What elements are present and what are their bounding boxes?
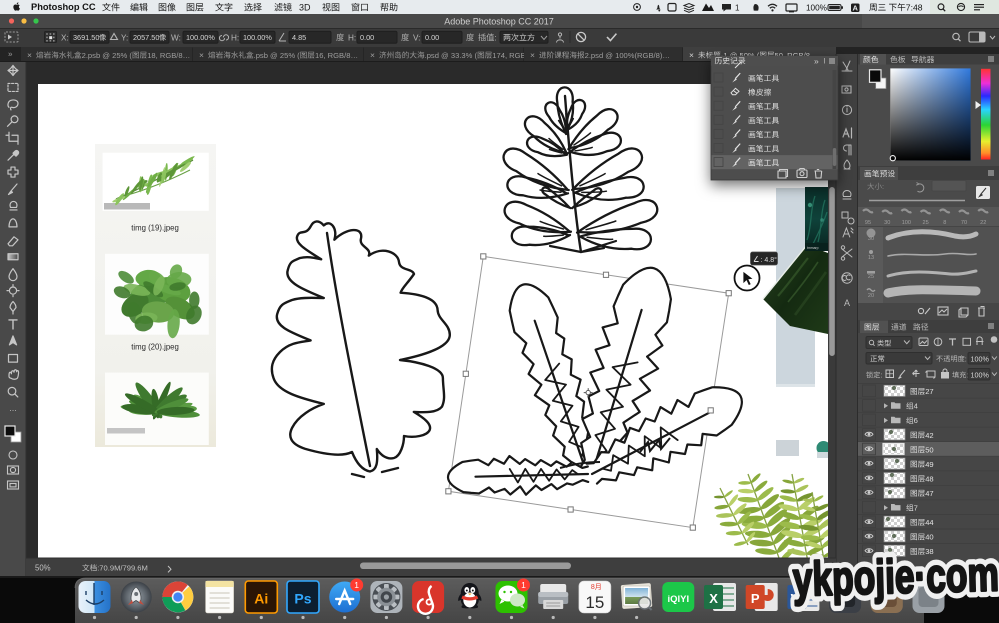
svg-text:»: » bbox=[814, 56, 819, 66]
svg-text:100.00%: 100.00% bbox=[186, 33, 215, 42]
svg-text:Ps: Ps bbox=[294, 591, 311, 607]
svg-text:X:: X: bbox=[61, 33, 69, 42]
svg-text:×: × bbox=[530, 50, 535, 60]
svg-text:A: A bbox=[853, 3, 859, 12]
svg-text:4.85: 4.85 bbox=[292, 33, 306, 42]
svg-text:1: 1 bbox=[735, 4, 740, 13]
svg-text:70: 70 bbox=[961, 220, 967, 226]
svg-text:100%: 100% bbox=[806, 3, 827, 12]
svg-text:1: 1 bbox=[521, 580, 526, 590]
svg-text:×: × bbox=[370, 50, 375, 60]
svg-text:W:: W: bbox=[171, 33, 181, 42]
svg-text:18, RGB/8…: 18, RGB/8… bbox=[147, 51, 190, 60]
svg-text:»: » bbox=[8, 50, 13, 59]
svg-text:V:: V: bbox=[413, 33, 420, 42]
svg-text:4: 4 bbox=[914, 402, 918, 411]
svg-text:×: × bbox=[27, 50, 32, 60]
svg-text:42: 42 bbox=[925, 431, 933, 440]
svg-text:0.00: 0.00 bbox=[425, 33, 439, 42]
svg-text:.psb @ 25% (: .psb @ 25% ( bbox=[254, 51, 301, 60]
svg-text:2.psb @ 25% (: 2.psb @ 25% ( bbox=[82, 51, 133, 60]
svg-text:…: … bbox=[9, 404, 17, 413]
svg-text::: : bbox=[882, 182, 884, 191]
svg-text:20: 20 bbox=[868, 293, 874, 299]
svg-text:Y:: Y: bbox=[121, 33, 128, 42]
svg-text:iQIYI: iQIYI bbox=[668, 594, 690, 605]
svg-text:timg (19).jpeg: timg (19).jpeg bbox=[131, 224, 179, 233]
svg-text:tmmarp: tmmarp bbox=[807, 246, 819, 250]
svg-text:P: P bbox=[751, 591, 760, 606]
svg-text:30: 30 bbox=[884, 220, 890, 226]
svg-text:7:48: 7:48 bbox=[906, 2, 923, 12]
svg-text:50%: 50% bbox=[35, 564, 51, 573]
svg-text:: 4.8°: : 4.8° bbox=[761, 256, 778, 264]
svg-text:2057.50: 2057.50 bbox=[133, 33, 159, 42]
svg-text:22: 22 bbox=[980, 220, 986, 226]
svg-text:100.00%: 100.00% bbox=[243, 33, 272, 42]
svg-text:H:: H: bbox=[231, 33, 239, 42]
svg-text::: : bbox=[880, 371, 882, 380]
svg-text:0.00: 0.00 bbox=[360, 33, 374, 42]
svg-text:8月: 8月 bbox=[591, 583, 602, 591]
svg-text:×: × bbox=[199, 50, 204, 60]
svg-text::70.9M/799.6M: :70.9M/799.6M bbox=[97, 564, 148, 573]
svg-text::: : bbox=[494, 33, 496, 42]
svg-text:7: 7 bbox=[914, 504, 918, 513]
svg-text:25: 25 bbox=[868, 274, 874, 280]
svg-text:50: 50 bbox=[925, 445, 933, 454]
svg-text:×: × bbox=[689, 50, 694, 60]
svg-text:15: 15 bbox=[585, 593, 604, 612]
svg-text:Ai: Ai bbox=[254, 591, 268, 607]
svg-text:95: 95 bbox=[865, 220, 871, 226]
svg-text:40: 40 bbox=[925, 533, 933, 542]
svg-text:8: 8 bbox=[943, 220, 946, 226]
svg-text:timg (20).jpeg: timg (20).jpeg bbox=[131, 343, 179, 352]
svg-text:13: 13 bbox=[868, 255, 874, 261]
svg-text:H:: H: bbox=[348, 33, 356, 42]
svg-text:X: X bbox=[709, 591, 718, 606]
svg-text:47: 47 bbox=[925, 489, 933, 498]
svg-text:27: 27 bbox=[925, 387, 933, 396]
svg-text:2.psd @ 100%(RGB/8)…: 2.psd @ 100%(RGB/8)… bbox=[585, 51, 670, 60]
svg-text::: : bbox=[965, 354, 967, 363]
svg-text:48: 48 bbox=[925, 474, 933, 483]
svg-text:3691.50: 3691.50 bbox=[73, 33, 99, 42]
svg-text:ykpojie·com: ykpojie·com bbox=[792, 548, 999, 606]
svg-text:Adobe Photoshop CC 2017: Adobe Photoshop CC 2017 bbox=[444, 17, 554, 27]
svg-text:25: 25 bbox=[923, 220, 929, 226]
svg-text:6: 6 bbox=[914, 416, 918, 425]
svg-text:3D: 3D bbox=[299, 3, 311, 13]
svg-text:.psd @ 33.3% (: .psd @ 33.3% ( bbox=[425, 51, 478, 60]
svg-text:44: 44 bbox=[925, 518, 933, 527]
svg-text:16, RGB/8…: 16, RGB/8… bbox=[315, 51, 358, 60]
svg-text:100%: 100% bbox=[971, 370, 990, 379]
svg-text:1: 1 bbox=[354, 580, 359, 590]
svg-text:49: 49 bbox=[925, 460, 933, 469]
svg-text:100: 100 bbox=[902, 220, 911, 226]
svg-text:100%: 100% bbox=[971, 354, 990, 363]
svg-text:A: A bbox=[844, 298, 850, 308]
svg-text:Photoshop CC: Photoshop CC bbox=[31, 2, 96, 12]
